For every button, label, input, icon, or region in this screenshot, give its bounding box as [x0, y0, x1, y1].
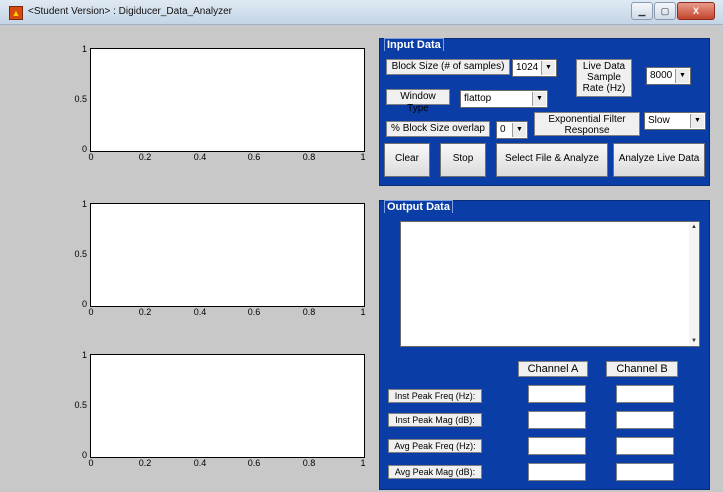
filter-response-value: Slow — [648, 115, 670, 126]
minimize-button[interactable]: ▁ — [631, 2, 653, 20]
xtick-label: 0.8 — [302, 152, 316, 162]
output-scrollbar[interactable]: ▲ ▼ — [689, 222, 699, 346]
window-type-label: Window Type — [386, 89, 450, 114]
inst-peak-freq-b — [616, 385, 674, 403]
ytick-label: 1 — [81, 199, 87, 209]
avg-peak-mag-a — [528, 463, 586, 481]
title-bar: ▲ <Student Version> : Digiducer_Data_Ana… — [0, 0, 723, 25]
input-panel-title: Input Data — [384, 38, 444, 51]
ytick-label: 1 — [81, 350, 87, 360]
analyze-live-data-button[interactable]: Analyze Live Data — [613, 143, 705, 177]
avg-peak-freq-label: Avg Peak Freq (Hz): — [388, 439, 482, 453]
inst-peak-mag-label: Inst Peak Mag (dB): — [388, 413, 482, 427]
chevron-down-icon: ▼ — [675, 69, 689, 83]
xtick-label: 1 — [360, 307, 366, 317]
ytick-label: 0 — [81, 299, 87, 309]
axes-2-container: 1 0.5 0 0 0.2 0.4 0.6 0.8 1 — [60, 199, 380, 333]
scroll-up-icon[interactable]: ▲ — [689, 222, 699, 232]
xtick-label: 0.8 — [302, 458, 316, 468]
channel-b-header: Channel B — [606, 361, 678, 377]
filter-response-label: Exponential Filter Response — [534, 112, 640, 136]
overlap-value: 0 — [500, 124, 506, 135]
overlap-label: % Block Size overlap — [386, 121, 490, 137]
xtick-label: 0.2 — [138, 307, 152, 317]
avg-peak-freq-a — [528, 437, 586, 455]
input-data-panel: Input Data Block Size (# of samples) 102… — [379, 38, 710, 186]
chevron-down-icon: ▼ — [541, 61, 555, 75]
inst-peak-freq-label: Inst Peak Freq (Hz): — [388, 389, 482, 403]
axes-3-container: 1 0.5 0 0 0.2 0.4 0.6 0.8 1 — [60, 350, 380, 484]
overlap-select[interactable]: 0 ▼ — [496, 121, 528, 139]
xtick-label: 0.4 — [193, 307, 207, 317]
xtick-label: 0.4 — [193, 152, 207, 162]
block-size-value: 1024 — [516, 62, 539, 73]
sample-rate-label: Live Data Sample Rate (Hz) — [576, 59, 632, 97]
xtick-label: 0.2 — [138, 152, 152, 162]
block-size-label: Block Size (# of samples) — [386, 59, 510, 75]
xtick-label: 0 — [88, 458, 94, 468]
output-panel-title: Output Data — [384, 200, 453, 213]
xtick-label: 1 — [360, 152, 366, 162]
xtick-label: 0.4 — [193, 458, 207, 468]
axes-1-container: 1 0.5 0 0 0.2 0.4 0.6 0.8 1 — [60, 44, 380, 178]
ytick-label: 1 — [81, 44, 87, 54]
inst-peak-freq-a — [528, 385, 586, 403]
xtick-label: 0 — [88, 307, 94, 317]
window-type-value: flattop — [464, 93, 492, 104]
avg-peak-freq-b — [616, 437, 674, 455]
xtick-label: 0 — [88, 152, 94, 162]
matlab-icon: ▲ — [9, 6, 23, 20]
xtick-label: 0.6 — [247, 458, 261, 468]
ytick-label: 0.5 — [74, 94, 87, 104]
chevron-down-icon: ▼ — [532, 92, 546, 106]
maximize-button[interactable]: ▢ — [654, 2, 676, 20]
block-size-select[interactable]: 1024 ▼ — [512, 59, 557, 77]
ytick-label: 0.5 — [74, 249, 87, 259]
avg-peak-mag-b — [616, 463, 674, 481]
scroll-down-icon[interactable]: ▼ — [689, 336, 699, 346]
window-title: <Student Version> : Digiducer_Data_Analy… — [28, 6, 233, 17]
inst-peak-mag-a — [528, 411, 586, 429]
xtick-label: 0.8 — [302, 307, 316, 317]
xtick-label: 1 — [360, 458, 366, 468]
xtick-label: 0.2 — [138, 458, 152, 468]
stop-button[interactable]: Stop — [440, 143, 486, 177]
clear-button[interactable]: Clear — [384, 143, 430, 177]
plot-axes-2 — [90, 203, 365, 307]
output-data-panel: Output Data ▲ ▼ Channel A Channel B Inst… — [379, 200, 710, 490]
sample-rate-value: 8000 — [650, 70, 673, 81]
avg-peak-mag-label: Avg Peak Mag (dB): — [388, 465, 482, 479]
window-type-select[interactable]: flattop ▼ — [460, 90, 548, 108]
sample-rate-select[interactable]: 8000 ▼ — [646, 67, 691, 85]
plot-axes-3 — [90, 354, 365, 458]
filter-response-select[interactable]: Slow ▼ — [644, 112, 706, 130]
ytick-label: 0.5 — [74, 400, 87, 410]
window-controls: ▁ ▢ X — [630, 2, 715, 20]
chevron-down-icon: ▼ — [512, 123, 526, 137]
ytick-label: 0 — [81, 450, 87, 460]
chevron-down-icon: ▼ — [690, 114, 704, 128]
xtick-label: 0.6 — [247, 307, 261, 317]
inst-peak-mag-b — [616, 411, 674, 429]
ytick-label: 0 — [81, 144, 87, 154]
channel-a-header: Channel A — [518, 361, 588, 377]
output-text-area[interactable]: ▲ ▼ — [400, 221, 700, 347]
select-file-analyze-button[interactable]: Select File & Analyze — [496, 143, 608, 177]
xtick-label: 0.6 — [247, 152, 261, 162]
close-button[interactable]: X — [677, 2, 715, 20]
plot-axes-1 — [90, 48, 365, 152]
